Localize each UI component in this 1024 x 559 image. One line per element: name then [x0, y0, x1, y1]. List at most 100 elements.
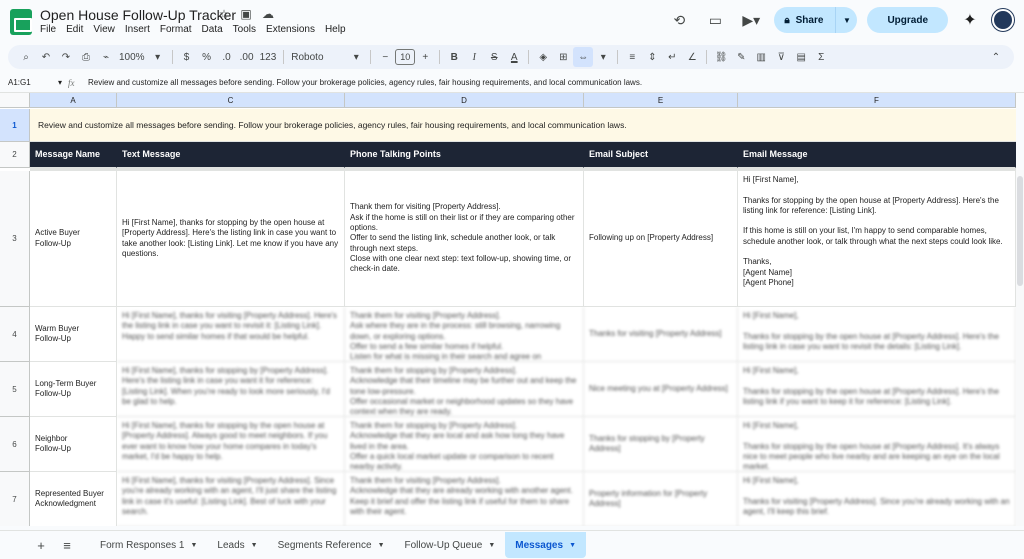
- column-header-f[interactable]: F: [738, 93, 1016, 108]
- share-dropdown-chevron-icon[interactable]: ▼: [835, 7, 857, 33]
- tab-chevron-icon[interactable]: ▼: [488, 542, 495, 549]
- merge-cells-icon[interactable]: ⇔: [573, 47, 594, 67]
- decrease-decimal-button[interactable]: .0: [217, 47, 237, 67]
- comments-icon[interactable]: ▭: [702, 7, 728, 33]
- text-wrapping-icon[interactable]: ↵: [662, 47, 682, 67]
- strikethrough-button[interactable]: S: [484, 47, 504, 67]
- cell-phone-talking-points[interactable]: Thank them for stopping by [Property Add…: [345, 417, 584, 472]
- cloud-saved-icon[interactable]: ☁: [261, 7, 275, 21]
- cell-email-subject[interactable]: Thanks for stopping by [Property Address…: [584, 417, 738, 472]
- move-folder-icon[interactable]: ▣: [239, 7, 253, 21]
- formula-input[interactable]: Review and customize all messages before…: [88, 78, 642, 87]
- redo-icon[interactable]: ↷: [56, 47, 76, 67]
- tab-chevron-icon[interactable]: ▼: [569, 542, 576, 549]
- meet-video-icon[interactable]: ▶▾: [738, 7, 764, 33]
- column-header-e[interactable]: E: [584, 93, 738, 108]
- cell-email-subject[interactable]: Thanks for visiting [Property Address]: [584, 307, 738, 362]
- font-family-select[interactable]: Roboto: [288, 47, 346, 67]
- cell-text-message[interactable]: Hi [First Name], thanks for stopping by …: [117, 171, 345, 307]
- cell-email-subject[interactable]: Nice meeting you at [Property Address]: [584, 362, 738, 417]
- increase-decimal-button[interactable]: .00: [237, 47, 257, 67]
- menu-format[interactable]: Format: [160, 24, 192, 35]
- undo-icon[interactable]: ↶: [36, 47, 56, 67]
- menu-insert[interactable]: Insert: [125, 24, 150, 35]
- tab-segments-reference[interactable]: Segments Reference ▼: [268, 532, 395, 558]
- text-color-button[interactable]: A: [504, 47, 524, 67]
- share-button[interactable]: 🔒︎ Share ▼: [774, 7, 858, 33]
- tab-leads[interactable]: Leads ▼: [207, 532, 267, 558]
- cell-phone-talking-points[interactable]: Thank them for stopping by [Property Add…: [345, 362, 584, 417]
- column-header-a[interactable]: A: [30, 93, 117, 108]
- insert-link-icon[interactable]: ⛓: [711, 47, 731, 67]
- menu-data[interactable]: Data: [202, 24, 223, 35]
- cell-email-subject[interactable]: Property information for [Property Addre…: [584, 472, 738, 526]
- number-format-button[interactable]: 123: [257, 47, 280, 67]
- cell-phone-talking-points[interactable]: Thank them for visiting [Property Addres…: [345, 171, 584, 307]
- menu-file[interactable]: File: [40, 24, 56, 35]
- account-avatar[interactable]: [992, 9, 1014, 31]
- vertical-scrollbar[interactable]: [1016, 170, 1024, 526]
- font-size-input[interactable]: 10: [395, 49, 416, 65]
- tab-follow-up-queue[interactable]: Follow-Up Queue ▼: [395, 532, 506, 558]
- disclaimer-banner-cell[interactable]: Review and customize all messages before…: [30, 109, 1016, 142]
- bold-button[interactable]: B: [444, 47, 464, 67]
- column-header-c[interactable]: C: [117, 93, 345, 108]
- currency-format-button[interactable]: $: [177, 47, 197, 67]
- fill-color-icon[interactable]: ◈: [533, 47, 553, 67]
- row-header-7[interactable]: 7: [0, 472, 30, 526]
- name-box-chevron-icon[interactable]: ▾: [58, 78, 62, 87]
- cell-email-message[interactable]: Hi [First Name], Thanks for stopping by …: [738, 171, 1016, 307]
- cell-email-subject[interactable]: Following up on [Property Address]: [584, 171, 738, 307]
- cell-message-name[interactable]: Long-Term Buyer Follow-Up: [30, 362, 117, 417]
- header-email-message[interactable]: Email Message: [738, 142, 1016, 168]
- row-header-4[interactable]: 4: [0, 307, 30, 362]
- row-header-1[interactable]: 1: [0, 109, 30, 142]
- zoom-select[interactable]: 100%: [116, 47, 148, 67]
- cell-email-message[interactable]: Hi [First Name], Thanks for stopping by …: [738, 362, 1016, 417]
- paint-format-icon[interactable]: ⌁: [96, 47, 116, 67]
- cell-message-name[interactable]: Represented Buyer Acknowledgment: [30, 472, 117, 526]
- all-sheets-menu-icon[interactable]: ≡: [54, 532, 80, 558]
- header-message-name[interactable]: Message Name: [30, 142, 117, 168]
- document-title[interactable]: Open House Follow-Up Tracker: [40, 7, 236, 23]
- filter-views-icon[interactable]: ▤: [791, 47, 811, 67]
- horizontal-align-icon[interactable]: ≡: [622, 47, 642, 67]
- gemini-spark-icon[interactable]: ✦: [958, 8, 982, 32]
- cell-phone-talking-points[interactable]: Thank them for visiting [Property Addres…: [345, 307, 584, 362]
- column-header-d[interactable]: D: [345, 93, 584, 108]
- tab-chevron-icon[interactable]: ▼: [251, 542, 258, 549]
- menu-edit[interactable]: Edit: [66, 24, 83, 35]
- cell-message-name[interactable]: Active Buyer Follow-Up: [30, 171, 117, 307]
- collapse-toolbar-chevron-icon[interactable]: ⌃: [986, 47, 1006, 67]
- header-phone-talking-points[interactable]: Phone Talking Points: [345, 142, 584, 168]
- add-sheet-icon[interactable]: +: [28, 532, 54, 558]
- tab-chevron-icon[interactable]: ▼: [190, 542, 197, 549]
- header-text-message[interactable]: Text Message: [117, 142, 345, 168]
- cell-text-message[interactable]: Hi [First Name], thanks for stopping by …: [117, 362, 345, 417]
- menu-tools[interactable]: Tools: [233, 24, 256, 35]
- cell-message-name[interactable]: Warm Buyer Follow-Up: [30, 307, 117, 362]
- filter-icon[interactable]: ⊽: [771, 47, 791, 67]
- percent-format-button[interactable]: %: [197, 47, 217, 67]
- row-header-2[interactable]: 2: [0, 142, 30, 168]
- share-main[interactable]: 🔒︎ Share: [774, 7, 835, 33]
- search-menus-icon[interactable]: ⌕: [16, 47, 36, 67]
- sheets-logo-icon[interactable]: [10, 9, 32, 35]
- header-email-subject[interactable]: Email Subject: [584, 142, 738, 168]
- tab-messages[interactable]: Messages ▼: [505, 532, 586, 558]
- tab-chevron-icon[interactable]: ▼: [378, 542, 385, 549]
- version-history-icon[interactable]: ⟲: [666, 7, 692, 33]
- borders-icon[interactable]: ⊞: [553, 47, 573, 67]
- menu-extensions[interactable]: Extensions: [266, 24, 315, 35]
- italic-button[interactable]: I: [464, 47, 484, 67]
- cell-message-name[interactable]: Neighbor Follow-Up: [30, 417, 117, 472]
- cell-email-message[interactable]: Hi [First Name], Thanks for visiting [Pr…: [738, 472, 1016, 526]
- menu-help[interactable]: Help: [325, 24, 346, 35]
- print-icon[interactable]: ⎙: [76, 47, 96, 67]
- font-chevron-icon[interactable]: ▾: [346, 47, 366, 67]
- insert-comment-icon[interactable]: ✎: [731, 47, 751, 67]
- functions-icon[interactable]: Σ: [811, 47, 831, 67]
- cell-text-message[interactable]: Hi [First Name], thanks for stopping by …: [117, 417, 345, 472]
- row-header-5[interactable]: 5: [0, 362, 30, 417]
- upgrade-button[interactable]: Upgrade: [867, 7, 948, 33]
